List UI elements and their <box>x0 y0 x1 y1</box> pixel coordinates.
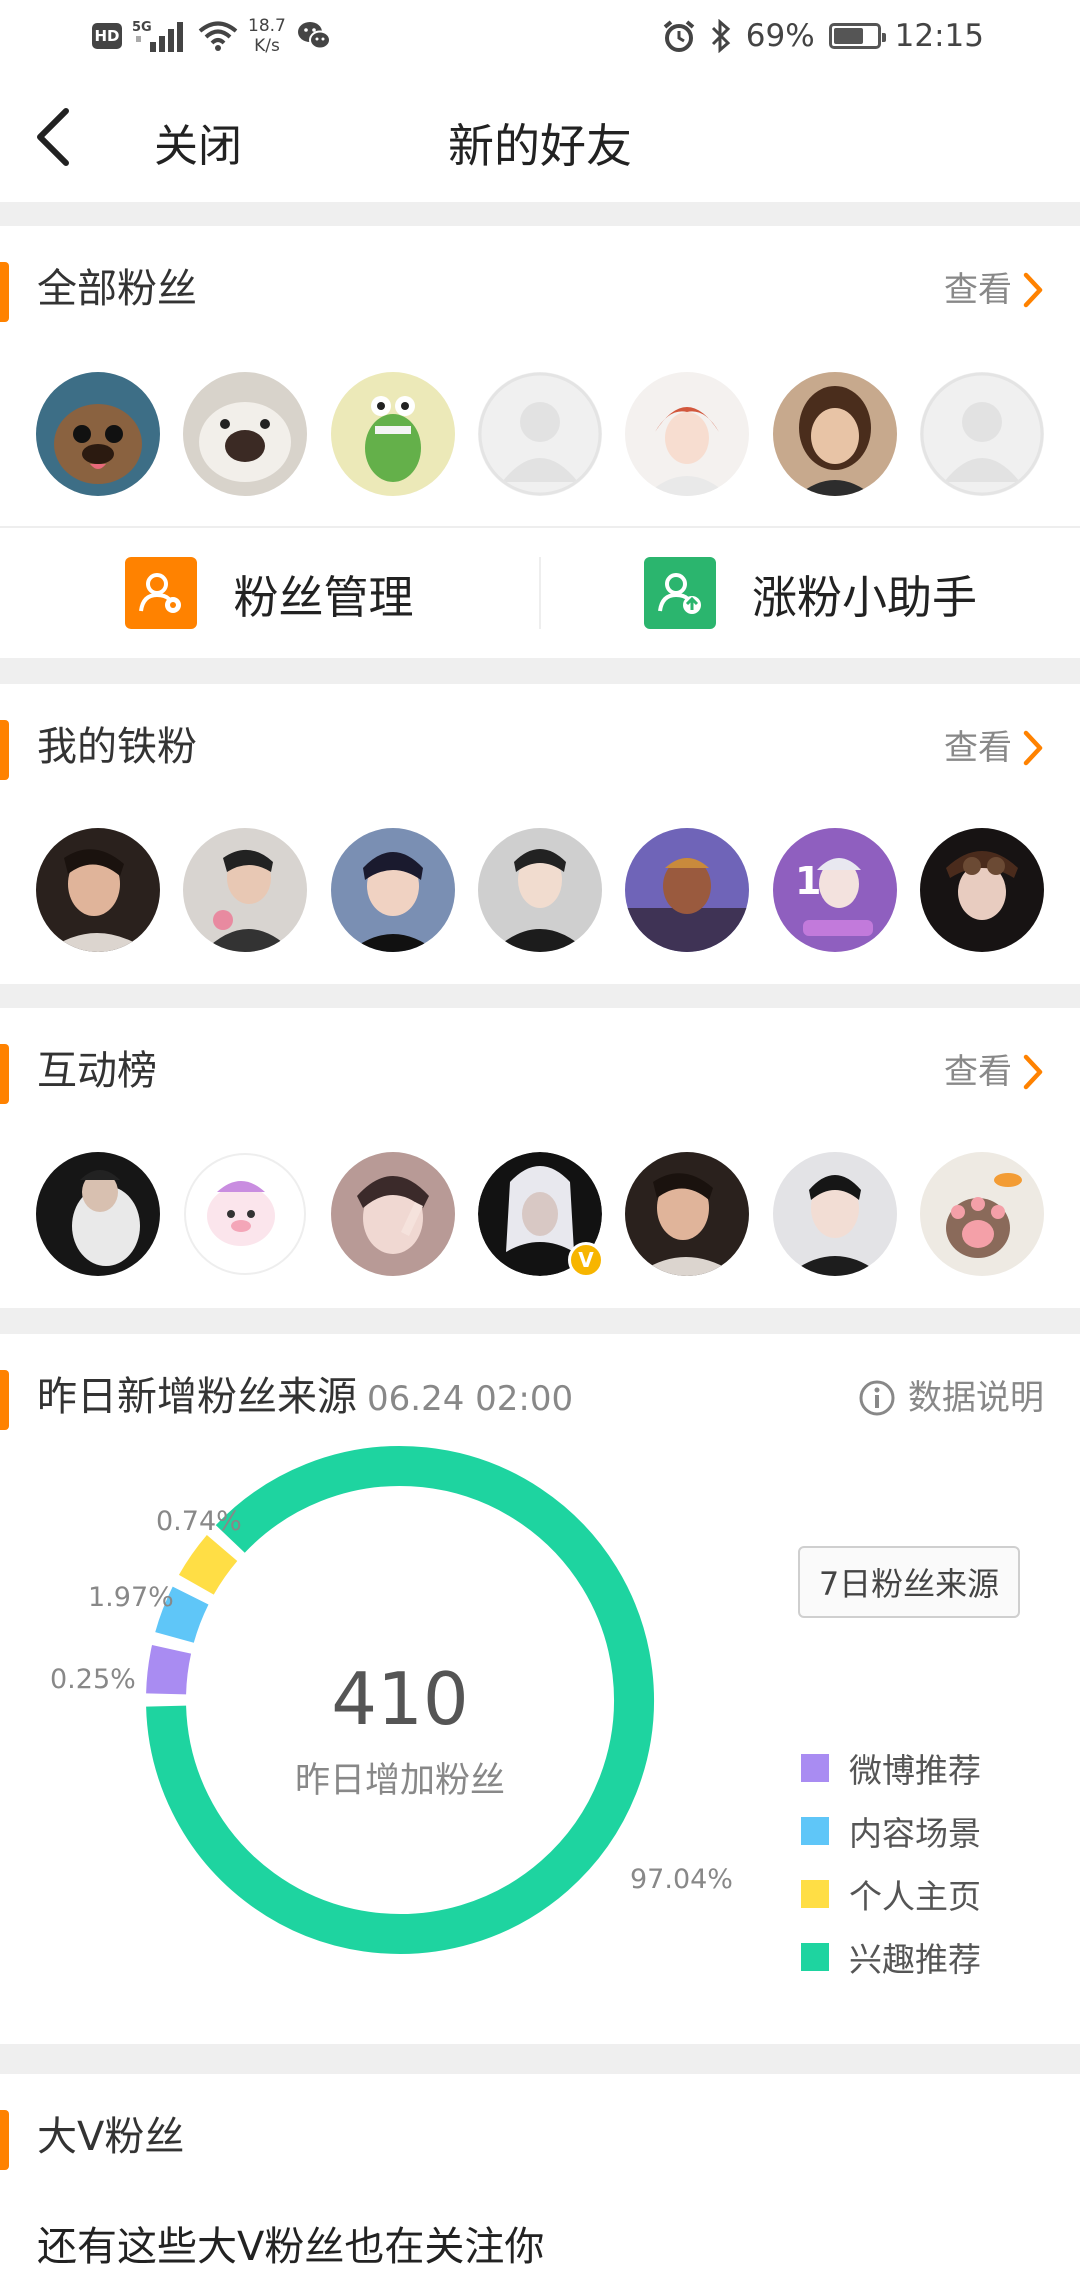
iron-fan-avatar[interactable] <box>36 828 160 952</box>
donut-segment-content <box>155 1586 209 1644</box>
status-bar: HD 5G 18.7 K/s 69% 12:15 <box>0 0 1080 72</box>
fan-avatar[interactable] <box>330 372 455 496</box>
legend-item: 内容场景 <box>801 1799 981 1862</box>
section-title: 大V粉丝 <box>37 2114 185 2160</box>
iron-fan-avatar[interactable] <box>477 828 602 952</box>
interaction-avatar[interactable] <box>36 1152 160 1276</box>
bigv-fans-section: 大V粉丝 还有这些大V粉丝也在关注你 <box>0 2074 1080 2280</box>
bigv-description: 还有这些大V粉丝也在关注你 <box>37 2224 545 2270</box>
divider <box>0 984 1080 1008</box>
info-icon <box>859 1380 895 1416</box>
iron-fan-avatar[interactable] <box>330 828 455 952</box>
bluetooth-icon <box>711 19 730 53</box>
percent-label-weibo: 0.25% <box>50 1664 136 1695</box>
donut-segment-weibo <box>146 1645 192 1695</box>
legend-swatch <box>801 1879 829 1908</box>
fan-management-button[interactable]: 粉丝管理 <box>0 528 539 658</box>
legend-item: 个人主页 <box>801 1862 981 1925</box>
legend-swatch <box>801 1753 829 1782</box>
divider <box>0 1308 1080 1334</box>
interaction-avatar[interactable] <box>330 1152 455 1276</box>
network-type: 5G <box>132 20 152 35</box>
section-title: 互动榜 <box>37 1048 157 1094</box>
section-accent-bar <box>0 720 9 780</box>
section-accent-bar <box>0 1044 9 1104</box>
view-iron-fans-link[interactable]: 查看 <box>944 720 1044 776</box>
iron-fan-avatar[interactable] <box>625 828 750 952</box>
interaction-avatar[interactable] <box>625 1152 750 1276</box>
fan-sources-section: 昨日新增粉丝来源 06.24 02:00 数据说明 7日粉丝来源 410 昨日增加… <box>0 1334 1080 2044</box>
section-title: 全部粉丝 <box>37 266 197 312</box>
iron-fan-avatar[interactable] <box>919 828 1044 952</box>
alarm-icon <box>663 20 695 52</box>
default-avatar[interactable] <box>919 372 1044 496</box>
interaction-avatar[interactable] <box>919 1152 1044 1276</box>
nav-bar: 关闭 新的好友 <box>0 72 1080 202</box>
clock: 12:15 <box>894 18 984 54</box>
divider <box>0 202 1080 226</box>
iron-fan-avatar[interactable] <box>183 828 308 952</box>
legend-swatch <box>801 1942 829 1971</box>
new-fans-count: 410 <box>331 1657 469 1741</box>
hd-indicator: HD <box>92 23 122 49</box>
percent-label-homepage: 0.74% <box>156 1506 242 1537</box>
section-title: 我的铁粉 <box>37 724 197 770</box>
divider <box>0 658 1080 684</box>
chart-legend: 微博推荐 内容场景 个人主页 兴趣推荐 <box>801 1736 981 1988</box>
battery-percent: 69% <box>745 18 815 54</box>
fan-management-icon <box>125 557 198 629</box>
seven-day-sources-button[interactable]: 7日粉丝来源 <box>798 1546 1020 1618</box>
verified-v-badge: V <box>567 1242 604 1278</box>
chevron-right-icon <box>1023 272 1043 308</box>
all-fans-section: 全部粉丝 查看 粉丝管理 涨粉小助手 <box>0 226 1080 658</box>
fan-growth-assistant-button[interactable]: 涨粉小助手 <box>541 528 1080 658</box>
fan-growth-icon <box>643 557 716 629</box>
interaction-avatar[interactable] <box>183 1152 308 1276</box>
data-timestamp: 06.24 02:00 <box>367 1379 574 1419</box>
legend-item: 微博推荐 <box>801 1736 981 1799</box>
fan-avatar[interactable] <box>625 372 750 496</box>
fan-avatar[interactable] <box>36 372 160 496</box>
section-accent-bar <box>0 1370 9 1430</box>
donut-segment-homepage <box>178 1535 238 1595</box>
wechat-icon <box>297 22 331 50</box>
data-explanation-link[interactable]: 数据说明 <box>858 1370 1044 1426</box>
default-avatar[interactable] <box>477 372 602 496</box>
wifi-icon <box>198 21 238 51</box>
battery-icon <box>828 23 886 49</box>
divider <box>0 2044 1080 2074</box>
page-title: 新的好友 <box>448 119 632 173</box>
new-fans-label: 昨日增加粉丝 <box>294 1761 505 1801</box>
iron-fans-section: 我的铁粉 查看 1 <box>0 684 1080 984</box>
section-title: 昨日新增粉丝来源 06.24 02:00 <box>37 1374 574 1420</box>
interaction-section: 互动榜 查看 V <box>0 1008 1080 1308</box>
signal-icon: 5G <box>132 20 183 52</box>
chevron-right-icon <box>1023 730 1043 766</box>
view-interaction-link[interactable]: 查看 <box>944 1044 1044 1100</box>
interaction-avatar[interactable]: V <box>477 1152 604 1278</box>
network-speed: 18.7 K/s <box>248 16 286 56</box>
legend-swatch <box>801 1816 829 1845</box>
iron-fan-avatar[interactable]: 1 <box>772 828 897 952</box>
legend-item: 兴趣推荐 <box>801 1925 981 1988</box>
fan-avatar[interactable] <box>183 372 308 496</box>
percent-label-content: 1.97% <box>88 1582 174 1613</box>
percent-label-interest: 97.04% <box>630 1864 733 1895</box>
fan-avatar[interactable] <box>772 372 897 496</box>
svg-text:1: 1 <box>795 859 821 903</box>
view-all-fans-link[interactable]: 查看 <box>944 262 1044 318</box>
interaction-avatar[interactable] <box>772 1152 897 1276</box>
section-accent-bar <box>0 2110 9 2170</box>
section-accent-bar <box>0 262 9 322</box>
chevron-right-icon <box>1023 1054 1043 1090</box>
